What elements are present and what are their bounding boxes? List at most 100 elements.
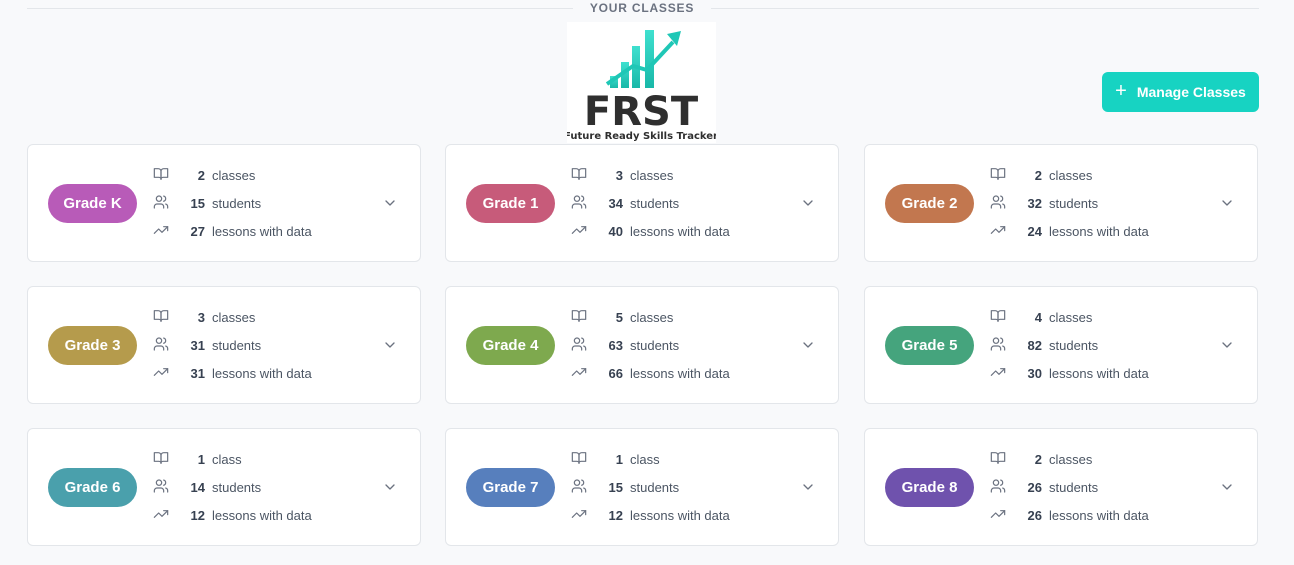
manage-classes-label: Manage Classes <box>1136 84 1246 100</box>
lessons-stat: 24 lessons with data <box>990 221 1149 241</box>
grade-badge: Grade 5 <box>885 326 974 365</box>
students-stat: 32 students <box>990 193 1098 213</box>
lessons-count: 31 <box>190 365 205 381</box>
students-label: students <box>630 195 680 211</box>
grade-badge: Grade 2 <box>885 184 974 223</box>
students-label: students <box>212 479 262 495</box>
students-stat: 82 students <box>990 335 1098 355</box>
lessons-label: lessons with data <box>212 507 312 523</box>
grade-badge: Grade 4 <box>466 326 555 365</box>
lessons-count: 66 <box>608 365 623 381</box>
students-count: 26 <box>1027 479 1042 495</box>
classes-label: classes <box>630 309 674 325</box>
lessons-stat: 30 lessons with data <box>990 363 1149 383</box>
frst-logo: FRST Future Ready Skills Tracker <box>567 22 716 143</box>
classes-label: classes <box>630 167 674 183</box>
users-icon <box>153 194 169 213</box>
lessons-stat: 31 lessons with data <box>153 363 312 383</box>
users-icon <box>571 336 587 355</box>
book-open-icon <box>990 308 1006 327</box>
chevron-down-icon[interactable] <box>1219 337 1235 353</box>
chevron-down-icon[interactable] <box>382 195 398 211</box>
students-stat: 14 students <box>153 477 261 497</box>
users-icon <box>153 336 169 355</box>
grade-card[interactable]: Grade 3 3 classes 31 students 31 lessons with … <box>27 286 421 404</box>
students-label: students <box>212 195 262 211</box>
students-stat: 31 students <box>153 335 261 355</box>
plus-icon: + <box>1115 80 1127 102</box>
chevron-down-icon[interactable] <box>382 479 398 495</box>
chevron-down-icon[interactable] <box>800 195 816 211</box>
students-count: 32 <box>1027 195 1042 211</box>
classes-stat: 2 classes <box>153 165 255 185</box>
chevron-down-icon[interactable] <box>800 337 816 353</box>
grade-card[interactable]: Grade 6 1 class 14 students 12 lessons with da… <box>27 428 421 546</box>
trending-up-icon <box>990 364 1006 383</box>
classes-count: 1 <box>197 451 205 467</box>
lessons-label: lessons with data <box>1049 223 1149 239</box>
lessons-label: lessons with data <box>630 365 730 381</box>
users-icon <box>153 478 169 497</box>
section-header: YOUR CLASSES <box>27 0 1259 18</box>
classes-stat: 1 class <box>153 449 242 469</box>
logo-tagline: Future Ready Skills Tracker <box>567 131 716 142</box>
book-open-icon <box>153 166 169 185</box>
grade-card[interactable]: Grade 1 3 classes 34 students 40 lessons with … <box>445 144 839 262</box>
section-title: YOUR CLASSES <box>589 1 695 15</box>
lessons-count: 26 <box>1027 507 1042 523</box>
users-icon <box>571 194 587 213</box>
lessons-label: lessons with data <box>1049 365 1149 381</box>
lessons-label: lessons with data <box>630 507 730 523</box>
classes-label: class <box>212 451 242 467</box>
classes-count: 5 <box>615 309 623 325</box>
grade-card[interactable]: Grade K 2 classes 15 students 27 lessons with … <box>27 144 421 262</box>
students-stat: 15 students <box>571 477 679 497</box>
students-count: 15 <box>190 195 205 211</box>
trending-up-icon <box>153 364 169 383</box>
trending-up-icon <box>990 222 1006 241</box>
divider-right <box>711 8 1259 9</box>
chevron-down-icon[interactable] <box>1219 479 1235 495</box>
grade-badge: Grade 7 <box>466 468 555 507</box>
trending-up-icon <box>990 506 1006 525</box>
book-open-icon <box>571 450 587 469</box>
classes-stat: 5 classes <box>571 307 673 327</box>
lessons-label: lessons with data <box>212 365 312 381</box>
book-open-icon <box>153 308 169 327</box>
classes-stat: 1 class <box>571 449 660 469</box>
grade-card[interactable]: Grade 2 2 classes 32 students 24 lessons with … <box>864 144 1258 262</box>
users-icon <box>990 194 1006 213</box>
grade-card[interactable]: Grade 8 2 classes 26 students 26 lessons with … <box>864 428 1258 546</box>
classes-count: 3 <box>197 309 205 325</box>
classes-label: classes <box>1049 309 1093 325</box>
classes-stat: 4 classes <box>990 307 1092 327</box>
trending-up-icon <box>571 506 587 525</box>
classes-count: 1 <box>615 451 623 467</box>
trending-up-icon <box>571 364 587 383</box>
grade-card[interactable]: Grade 4 5 classes 63 students 66 lessons with … <box>445 286 839 404</box>
trending-up-icon <box>153 506 169 525</box>
lessons-stat: 12 lessons with data <box>571 505 730 525</box>
chevron-down-icon[interactable] <box>382 337 398 353</box>
classes-count: 3 <box>615 167 623 183</box>
divider-left <box>27 8 573 9</box>
students-count: 34 <box>608 195 623 211</box>
trending-up-icon <box>153 222 169 241</box>
grade-card[interactable]: Grade 7 1 class 15 students 12 lessons with da… <box>445 428 839 546</box>
book-open-icon <box>571 166 587 185</box>
chevron-down-icon[interactable] <box>1219 195 1235 211</box>
students-label: students <box>1049 479 1099 495</box>
students-label: students <box>1049 337 1099 353</box>
lessons-stat: 27 lessons with data <box>153 221 312 241</box>
lessons-stat: 66 lessons with data <box>571 363 730 383</box>
book-open-icon <box>990 166 1006 185</box>
growth-chart-icon <box>605 30 681 88</box>
chevron-down-icon[interactable] <box>800 479 816 495</box>
grade-card[interactable]: Grade 5 4 classes 82 students 30 lessons with … <box>864 286 1258 404</box>
grade-badge: Grade 6 <box>48 468 137 507</box>
book-open-icon <box>990 450 1006 469</box>
students-stat: 63 students <box>571 335 679 355</box>
manage-classes-button[interactable]: + Manage Classes <box>1102 72 1259 112</box>
classes-count: 4 <box>1034 309 1042 325</box>
students-label: students <box>212 337 262 353</box>
